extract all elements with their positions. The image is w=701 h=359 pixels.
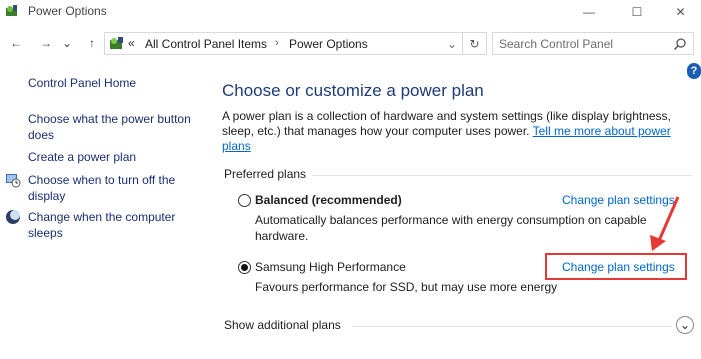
address-bar[interactable]: « All Control Panel Items › Power Option… [104,32,463,55]
sidebar-turn-off-display[interactable]: Choose when to turn off the display [28,172,203,204]
preferred-plans-heading: Preferred plans [224,167,307,181]
balanced-plan-radio[interactable] [238,194,251,207]
breadcrumb-all-control-panel-items[interactable]: All Control Panel Items [145,37,267,51]
annotation-arrow-icon [640,195,690,255]
help-button[interactable]: ? [687,63,701,79]
sidebar-computer-sleeps[interactable]: Change when the computer sleeps [28,209,203,241]
search-input[interactable] [499,36,669,52]
recent-locations-button[interactable]: ⌄ [60,33,74,53]
refresh-button[interactable]: ↻ [463,32,487,55]
sidebar-create-power-plan[interactable]: Create a power plan [28,149,203,165]
close-button[interactable]: ✕ [660,0,701,24]
annotation-highlight-box [545,253,687,280]
minimize-button[interactable]: — [566,0,612,24]
expand-chevron-icon[interactable]: ⌄ [676,316,694,334]
samsung-plan-name[interactable]: Samsung High Performance [255,260,406,274]
window-title: Power Options [28,4,107,18]
show-additional-plans-label[interactable]: Show additional plans [224,318,341,332]
additional-plans-divider [352,326,672,327]
sidebar-control-panel-home[interactable]: Control Panel Home [28,76,136,90]
back-button[interactable]: ← [6,33,26,53]
forward-button[interactable]: → [36,33,56,53]
address-dropdown-button[interactable]: ⌄ [445,37,459,51]
samsung-plan-radio[interactable] [238,261,251,274]
page-description: A power plan is a collection of hardware… [222,109,682,154]
control-panel-icon [109,36,125,52]
samsung-plan-description: Favours performance for SSD, but may use… [255,280,558,294]
search-box[interactable] [492,32,694,55]
navigation-bar: ← → ⌄ ↑ « All Control Panel Items › Powe… [0,30,701,56]
title-bar: Power Options — ☐ ✕ [0,0,701,24]
sleep-moon-icon [5,209,21,225]
balanced-plan-name[interactable]: Balanced (recommended) [255,193,402,207]
display-timer-icon [5,172,21,188]
balanced-plan-description: Automatically balances performance with … [255,213,647,243]
power-options-app-icon [4,3,20,19]
page-title: Choose or customize a power plan [222,81,484,100]
sidebar-choose-power-button[interactable]: Choose what the power button does [28,111,203,143]
breadcrumb-power-options[interactable]: Power Options [289,37,368,51]
maximize-button[interactable]: ☐ [614,0,660,24]
up-button[interactable]: ↑ [82,33,102,53]
breadcrumb-overflow[interactable]: « [128,36,135,50]
section-divider [312,175,692,176]
search-icon[interactable] [673,37,687,51]
breadcrumb-separator[interactable]: › [275,37,279,49]
